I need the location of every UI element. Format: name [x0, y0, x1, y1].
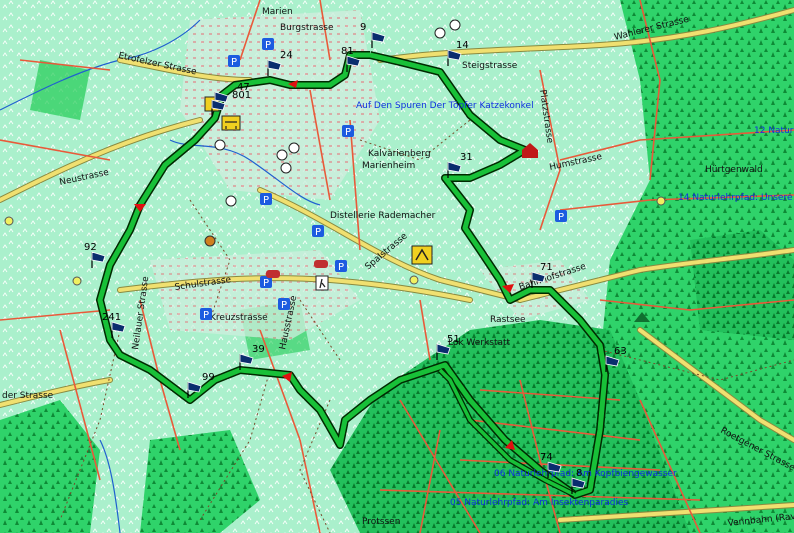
parking-icon: P [278, 298, 290, 311]
bench-icon [221, 115, 241, 131]
street-label: Hürtgenwald [705, 165, 763, 175]
waypoint-label: 71 [540, 262, 553, 273]
street-label: der Strasse [2, 391, 54, 401]
svg-text:P: P [263, 195, 269, 206]
ball-icon [280, 162, 292, 174]
street-label: Burgstrasse [280, 23, 334, 33]
street-label: Rastsee [490, 315, 526, 325]
street-label: Marienheim [362, 161, 415, 171]
waypoint-label: 31 [460, 152, 473, 163]
field-patch [30, 60, 90, 120]
svg-text:P: P [281, 300, 287, 311]
camping-icon [411, 245, 433, 265]
street-label: Steigstrasse [462, 61, 518, 71]
svg-text:P: P [558, 212, 564, 223]
parking-icon: P [260, 193, 272, 206]
svg-text:P: P [338, 262, 344, 273]
parking-icon: P [312, 225, 324, 238]
street-label: Distellerie Rademacher [330, 211, 436, 221]
svg-text:P: P [263, 278, 269, 289]
car-icon [314, 260, 328, 268]
waypoint-label: 99 [202, 372, 215, 383]
parking-icon: P [262, 38, 274, 51]
poi-label: 05 Naturlehrpfad: Am Insektenparadies [450, 498, 628, 508]
svg-text:P: P [315, 227, 321, 238]
waypoint-label: 63 [614, 346, 627, 357]
ball-icon [276, 149, 288, 161]
bus-stop-icon [409, 275, 419, 285]
ball-icon [225, 195, 237, 207]
bus-stop-icon [72, 276, 82, 286]
poi-label: 12 Naturie [754, 126, 794, 136]
ball-icon [288, 142, 300, 154]
parking-icon: P [335, 260, 347, 273]
poi-label: Auf Den Spuren Der Töpfer Katzekonkel [356, 101, 534, 111]
waypoint-label: 8 [576, 468, 582, 479]
waypoint-label: 81 [341, 46, 354, 57]
poi-label: 14 Naturlehrpfad: Unsere Bie [678, 193, 794, 203]
waypoint-label: 92 [84, 242, 97, 253]
waypoint-label: 51 [447, 334, 460, 345]
parking-icon: P [228, 55, 240, 68]
waypoint-label: 24 [280, 50, 293, 61]
forest-patch-east [690, 230, 794, 340]
parking-icon: P [555, 210, 567, 223]
ball-icon [434, 27, 446, 39]
street-label: Kreuzstrasse [210, 313, 268, 323]
bus-stop-icon [4, 216, 14, 226]
waypoint-label: 74 [540, 452, 553, 463]
hiker-icon [315, 275, 329, 291]
ball-icon [214, 139, 226, 151]
svg-text:P: P [345, 127, 351, 138]
waypoint-label: 801 [232, 90, 251, 101]
parking-icon: P [342, 125, 354, 138]
playground-icon [204, 235, 216, 247]
ball-icon [449, 19, 461, 31]
car-icon [266, 270, 280, 278]
waypoint-label: 14 [456, 40, 469, 51]
waypoint-label: 39 [252, 344, 265, 355]
svg-text:P: P [265, 40, 271, 51]
waypoint-label: 241 [102, 312, 121, 323]
street-label: Protssen [362, 517, 400, 527]
svg-text:P: P [203, 310, 209, 321]
svg-text:P: P [231, 57, 237, 68]
topo-map[interactable]: Burgstrasse Marien Etrofelzer Strasse Wa… [0, 0, 794, 533]
map-canvas[interactable]: Burgstrasse Marien Etrofelzer Strasse Wa… [0, 0, 794, 533]
waypoint-label: 9 [360, 22, 366, 33]
street-label: Kalvarienberg [368, 149, 431, 159]
poi-label: 06 Naturlehrpfad: Am Kopfbiengewasser [494, 469, 677, 479]
parking-icon: P [200, 308, 212, 321]
street-label: Marien [262, 7, 293, 17]
bus-stop-icon [656, 196, 666, 206]
